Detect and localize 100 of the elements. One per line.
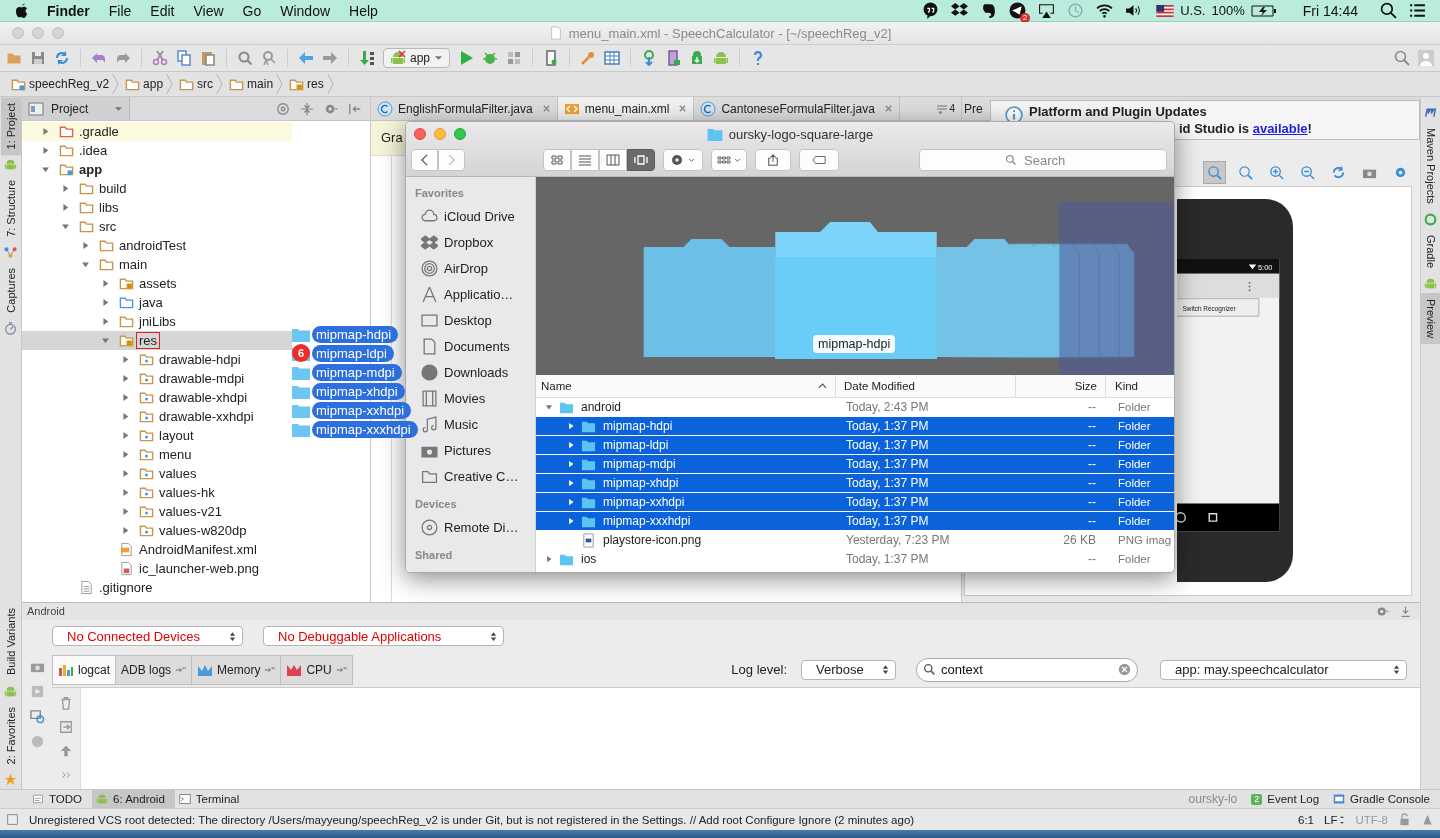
expanded-arrow-icon[interactable]: [40, 164, 51, 175]
status-toggle-icon[interactable]: [6, 813, 19, 826]
close-button[interactable]: [12, 27, 24, 39]
menu-icon[interactable]: [1409, 2, 1426, 19]
collapsed-arrow-icon[interactable]: [120, 449, 131, 460]
collapsed-arrow-icon[interactable]: [80, 240, 91, 251]
app-select[interactable]: No Debuggable Applications: [263, 626, 504, 647]
menu-bar-item[interactable]: View: [193, 2, 224, 19]
breadcrumb[interactable]: speechReg_v2: [8, 76, 113, 92]
forward-button[interactable]: [438, 149, 465, 171]
tool-window-button[interactable]: 6: Android: [92, 790, 175, 808]
hide-panel-icon[interactable]: [348, 101, 362, 116]
cut-icon[interactable]: [152, 50, 168, 66]
tree-item[interactable]: ic_launcher-web.png: [22, 559, 292, 578]
collapsed-arrow-icon[interactable]: [566, 440, 576, 450]
clock-icon[interactable]: [1067, 2, 1085, 19]
log-level-select[interactable]: Verbose: [801, 659, 896, 680]
share-button[interactable]: [755, 149, 791, 171]
inspector-icon[interactable]: [1421, 813, 1434, 826]
dropbox-icon[interactable]: [951, 2, 969, 19]
android-icon[interactable]: [713, 50, 730, 66]
expanded-arrow-icon[interactable]: [80, 259, 91, 270]
tree-item[interactable]: values-w820dp: [22, 521, 292, 540]
collapsed-arrow-icon[interactable]: [566, 421, 576, 431]
tool-window-tab[interactable]: Captures: [0, 262, 21, 319]
collapsed-arrow-icon[interactable]: [120, 487, 131, 498]
collapsed-arrow-icon[interactable]: [120, 411, 131, 422]
zoom-button[interactable]: [52, 27, 64, 39]
zoom-out-icon[interactable]: [1300, 164, 1315, 180]
device-select[interactable]: No Connected Devices: [52, 626, 243, 647]
volume-icon[interactable]: [1125, 2, 1143, 19]
wrench-icon[interactable]: [580, 50, 597, 66]
tree-item[interactable]: drawable-hdpi: [22, 350, 292, 369]
file-row[interactable]: mipmap-ldpi Today, 1:37 PM -- Folder: [536, 436, 1174, 455]
search-icon[interactable]: [1380, 2, 1397, 19]
settings-icon[interactable]: [1376, 604, 1389, 618]
battery-icon[interactable]: [1250, 4, 1277, 17]
tool-window-tab[interactable]: Preview: [1420, 292, 1440, 344]
redo-icon[interactable]: [115, 50, 131, 66]
file-row[interactable]: mipmap-xhdpi Today, 1:37 PM -- Folder: [536, 474, 1174, 493]
hide-icon[interactable]: [1399, 604, 1412, 618]
battery-percent[interactable]: 100%: [1211, 3, 1245, 18]
editor-tab[interactable]: menu_main.xml: [557, 97, 695, 120]
sidebar-item[interactable]: Desktop: [421, 307, 535, 333]
tree-item[interactable]: build: [22, 179, 292, 198]
hidden-tabs-count[interactable]: 4: [949, 103, 955, 114]
replace-icon[interactable]: [261, 50, 277, 66]
pin-icon[interactable]: [335, 665, 347, 674]
tool-window-button[interactable]: Gradle Console: [1329, 790, 1440, 808]
breadcrumb[interactable]: res: [286, 76, 327, 92]
sidebar-item[interactable]: Documents: [421, 333, 535, 359]
tree-item[interactable]: layout: [22, 426, 292, 445]
tree-item[interactable]: AndroidManifest.xml: [22, 540, 292, 559]
sidebar-item[interactable]: Movies: [421, 385, 535, 411]
tree-item[interactable]: main: [22, 255, 292, 274]
sidebar-item[interactable]: Music: [421, 411, 535, 437]
export-icon[interactable]: [59, 719, 73, 734]
tree-item[interactable]: androidTest: [22, 236, 292, 255]
flag-icon[interactable]: [1156, 4, 1175, 17]
collapse-all-icon[interactable]: [300, 101, 314, 116]
close-button[interactable]: [414, 128, 426, 140]
sidebar-item[interactable]: Pictures: [421, 437, 535, 463]
tree-item[interactable]: res: [22, 331, 292, 350]
collapsed-arrow-icon[interactable]: [120, 506, 131, 517]
target-icon[interactable]: [276, 101, 290, 116]
collapsed-arrow-icon[interactable]: [566, 497, 576, 507]
menu-bar-item[interactable]: File: [108, 2, 132, 19]
view-mode-button[interactable]: [627, 149, 655, 171]
breadcrumb[interactable]: app: [122, 76, 167, 92]
close-icon[interactable]: [883, 104, 893, 113]
zoom-in-icon[interactable]: [1269, 164, 1284, 180]
run-icon[interactable]: [458, 50, 475, 66]
collapsed-arrow-icon[interactable]: [566, 459, 576, 469]
paper-plane-icon[interactable]: [1009, 2, 1027, 19]
collapsed-arrow-icon[interactable]: [100, 316, 111, 327]
close-icon[interactable]: [678, 104, 688, 113]
tree-item[interactable]: libs: [22, 198, 292, 217]
breadcrumb[interactable]: main: [226, 76, 277, 92]
search-field[interactable]: Search: [919, 149, 1167, 171]
tree-item[interactable]: java: [22, 293, 292, 312]
pin-icon[interactable]: [175, 665, 187, 674]
file-row[interactable]: ios Today, 1:37 PM -- Folder: [536, 550, 1174, 569]
view-mode-button[interactable]: [571, 149, 599, 171]
collapsed-arrow-icon[interactable]: [120, 468, 131, 479]
logcat-tab[interactable]: logcat: [52, 654, 117, 685]
sync-icon[interactable]: [54, 50, 70, 66]
actual-size-icon[interactable]: [1238, 164, 1253, 180]
collapsed-arrow-icon[interactable]: [40, 145, 51, 156]
paste-icon[interactable]: [200, 50, 216, 66]
clock[interactable]: Fri 14:44: [1302, 2, 1358, 19]
expanded-arrow-icon[interactable]: [100, 335, 111, 346]
refresh-icon[interactable]: [1331, 164, 1346, 180]
file-row[interactable]: mipmap-hdpi Today, 1:37 PM -- Folder: [536, 417, 1174, 436]
caret-position[interactable]: 6:1: [1298, 813, 1314, 826]
tool-window-tab[interactable]: 7: Structure: [0, 174, 21, 244]
tab-list-icon[interactable]: [936, 103, 949, 114]
tool-window-tab[interactable]: 2: Favorites: [0, 700, 21, 770]
collapsed-arrow-icon[interactable]: [100, 297, 111, 308]
tree-item[interactable]: values-v21: [22, 502, 292, 521]
column-header[interactable]: Name: [536, 375, 836, 397]
